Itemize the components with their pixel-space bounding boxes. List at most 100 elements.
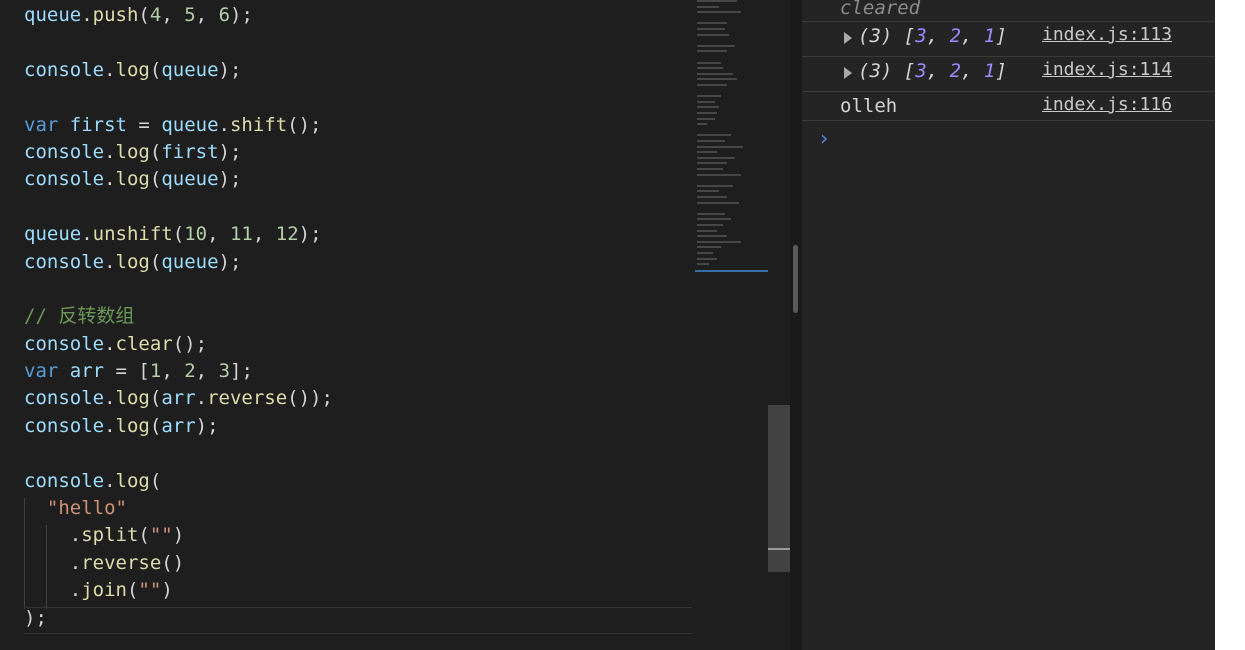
code-token: . bbox=[24, 524, 82, 547]
code-token: ( bbox=[149, 250, 162, 273]
minimap-line bbox=[697, 28, 725, 30]
code-token: ( bbox=[149, 140, 162, 163]
code-line[interactable]: var arr = [1, 2, 3]; bbox=[24, 358, 333, 385]
code-token: , bbox=[161, 4, 185, 26]
code-line[interactable]: .split("") bbox=[24, 522, 333, 549]
minimap[interactable] bbox=[695, 0, 769, 280]
code-line[interactable]: .reverse() bbox=[24, 550, 333, 577]
expand-triangle-icon[interactable] bbox=[844, 32, 852, 44]
minimap-line bbox=[697, 134, 731, 137]
code-token: . bbox=[104, 469, 116, 492]
code-line[interactable]: console.log(first); bbox=[24, 139, 333, 166]
code-token: console bbox=[24, 250, 105, 273]
array-preview[interactable]: (3) [3, 2, 1] bbox=[858, 60, 1007, 82]
code-token: 11 bbox=[229, 223, 253, 246]
code-line[interactable]: "hello" bbox=[24, 495, 333, 522]
minimap-line bbox=[697, 67, 723, 70]
minimap-line bbox=[697, 257, 717, 260]
code-token: , bbox=[252, 223, 276, 246]
code-token: (); bbox=[287, 113, 322, 136]
code-line[interactable]: console.log(queue); bbox=[24, 249, 333, 276]
source-link[interactable]: index.js:113 bbox=[1042, 24, 1172, 45]
code-token: split bbox=[81, 524, 139, 547]
code-token: reverse bbox=[207, 387, 288, 410]
code-token: "" bbox=[149, 524, 173, 547]
code-token: ( bbox=[172, 223, 185, 246]
minimap-line bbox=[697, 140, 725, 142]
code-token: ( bbox=[126, 579, 139, 602]
minimap-line bbox=[697, 224, 723, 226]
code-line[interactable] bbox=[24, 440, 333, 467]
code-token: log bbox=[115, 469, 150, 492]
code-token: ) bbox=[172, 524, 185, 547]
code-token: log bbox=[115, 387, 150, 410]
minimap-line bbox=[697, 123, 707, 126]
editor-scrollbar-thumb[interactable] bbox=[768, 405, 790, 572]
code-line[interactable] bbox=[24, 276, 333, 303]
code-token: . bbox=[24, 551, 82, 574]
code-line[interactable]: console.clear(); bbox=[24, 331, 333, 358]
minimap-line bbox=[697, 151, 717, 154]
minimap-line bbox=[697, 84, 727, 86]
console-array-entry[interactable]: (3) [3, 2, 1] index.js:114 bbox=[802, 57, 1215, 92]
code-line[interactable]: // 反转数组 bbox=[24, 303, 333, 330]
panel-splitter[interactable] bbox=[790, 0, 802, 650]
code-token: ) bbox=[161, 579, 173, 602]
code-line[interactable]: queue.unshift(10, 11, 12); bbox=[24, 221, 333, 248]
code-token: arr bbox=[161, 387, 196, 410]
source-link[interactable]: index.js:116 bbox=[1042, 94, 1172, 115]
code-token: ); bbox=[298, 223, 322, 246]
code-token: ()); bbox=[287, 387, 333, 410]
console-cleared-text: cleared bbox=[840, 0, 921, 19]
code-line[interactable] bbox=[24, 194, 333, 221]
console-array-entry[interactable]: (3) [3, 2, 1] index.js:113 bbox=[802, 22, 1215, 57]
code-line[interactable]: console.log(arr); bbox=[24, 413, 333, 440]
code-line[interactable]: var first = queue.shift(); bbox=[24, 112, 333, 139]
code-line[interactable]: queue.push(4, 5, 6); bbox=[24, 2, 333, 29]
minimap-line bbox=[697, 106, 719, 109]
minimap-line bbox=[697, 50, 727, 53]
code-line[interactable]: ); bbox=[24, 605, 333, 632]
code-token: . bbox=[81, 4, 93, 26]
code-token: queue bbox=[161, 168, 219, 191]
current-line-highlight bbox=[24, 607, 692, 608]
code-token: shift bbox=[229, 113, 288, 136]
code-line[interactable]: console.log(queue); bbox=[24, 166, 333, 193]
minimap-line bbox=[697, 78, 737, 81]
code-editor[interactable]: queue.push(4, 5, 6); console.log(queue);… bbox=[0, 0, 790, 650]
array-preview[interactable]: (3) [3, 2, 1] bbox=[858, 25, 1007, 47]
code-line[interactable] bbox=[24, 84, 333, 111]
code-token: join bbox=[81, 579, 127, 602]
devtools-console[interactable]: cleared (3) [3, 2, 1] index.js:113 (3) [… bbox=[802, 0, 1215, 650]
code-line[interactable]: console.log(queue); bbox=[24, 57, 333, 84]
code-token: ( bbox=[138, 524, 150, 547]
code-token: . bbox=[104, 332, 116, 355]
code-token: var bbox=[24, 113, 59, 136]
minimap-line bbox=[697, 240, 741, 243]
minimap-line bbox=[697, 168, 723, 170]
expand-triangle-icon[interactable] bbox=[844, 67, 852, 79]
code-token: , bbox=[161, 360, 185, 383]
code-token: 3 bbox=[218, 360, 231, 383]
minimap-line bbox=[697, 44, 735, 47]
code-token: log bbox=[115, 250, 150, 273]
code-line[interactable]: .join("") bbox=[24, 577, 333, 604]
code-token: clear bbox=[115, 332, 173, 355]
minimap-line bbox=[697, 212, 725, 215]
code-line[interactable]: console.log( bbox=[24, 468, 333, 495]
code-line[interactable] bbox=[24, 29, 333, 56]
source-link[interactable]: index.js:114 bbox=[1042, 59, 1172, 80]
code-token: ); bbox=[24, 606, 47, 629]
minimap-line bbox=[697, 218, 731, 221]
code-line[interactable]: console.log(arr.reverse()); bbox=[24, 385, 333, 412]
code-token: ( bbox=[149, 469, 162, 492]
code-token: = [ bbox=[104, 360, 150, 383]
code-token: . bbox=[195, 387, 208, 410]
splitter-handle[interactable] bbox=[793, 245, 798, 313]
code-token: "" bbox=[138, 579, 162, 602]
code-content[interactable]: queue.push(4, 5, 6); console.log(queue);… bbox=[24, 2, 333, 632]
code-token: ( bbox=[138, 4, 150, 26]
console-prompt-icon[interactable]: › bbox=[818, 126, 830, 150]
